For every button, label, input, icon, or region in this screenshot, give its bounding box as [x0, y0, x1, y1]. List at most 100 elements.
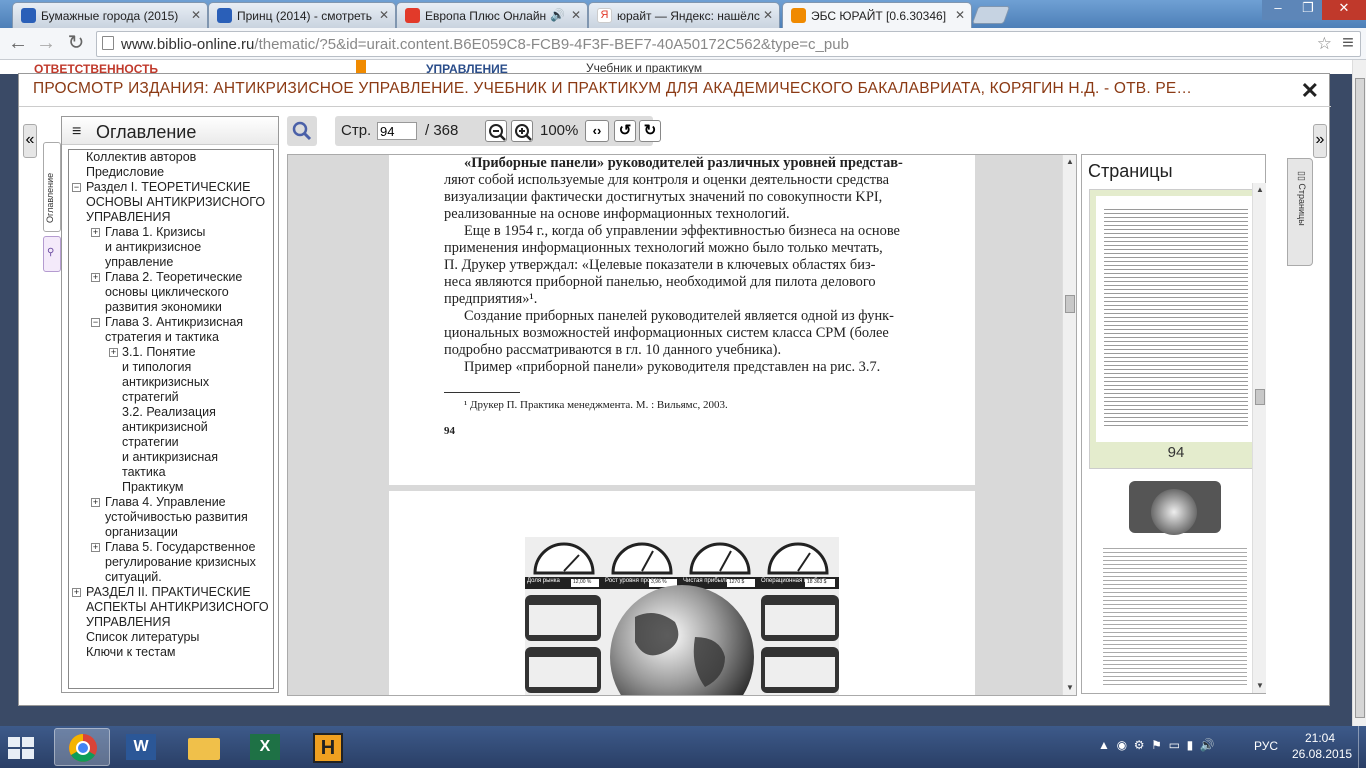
flag-icon[interactable]: ⚑ — [1151, 738, 1162, 752]
taskbar-h-app[interactable]: H — [300, 728, 356, 766]
maximize-button[interactable]: ❐ — [1294, 0, 1322, 20]
toc-item[interactable]: Глава 2. Теоретические — [105, 270, 242, 285]
toc-item-cont[interactable]: основы циклического — [105, 285, 229, 300]
collapse-icon[interactable]: − — [72, 183, 81, 192]
toc-item[interactable]: Практикум — [122, 480, 184, 495]
toc-item-cont[interactable]: организации — [105, 525, 178, 540]
page-scrollbar[interactable] — [1352, 60, 1366, 726]
toc-item-cont[interactable]: и антикризисное — [105, 240, 201, 255]
collapse-left-button[interactable]: « — [23, 124, 37, 158]
page-number-input[interactable] — [377, 122, 417, 140]
search-button[interactable] — [287, 116, 317, 146]
document-scroll-thumb[interactable] — [1065, 295, 1075, 313]
close-icon[interactable]: ✕ — [379, 8, 389, 22]
toc-item[interactable]: 3.1. Понятие — [122, 345, 196, 360]
pages-scrollbar[interactable]: ▲ ▼ — [1252, 183, 1266, 693]
expand-icon[interactable]: + — [91, 228, 100, 237]
toc-item[interactable]: РАЗДЕЛ II. ПРАКТИЧЕСКИЕ — [86, 585, 251, 600]
pages-side-tab[interactable]: ▯▯ Страницы — [1287, 158, 1313, 266]
search-side-tab[interactable]: ⚲ — [43, 236, 61, 272]
scroll-down-icon[interactable]: ▼ — [1256, 681, 1264, 690]
expand-icon[interactable]: + — [91, 273, 100, 282]
tab-bumazhnye-goroda[interactable]: Бумажные города (2015) ✕ — [12, 2, 208, 28]
tab-yandex[interactable]: Я юрайт — Яндекс: нашёлс ✕ — [588, 2, 780, 28]
document-area[interactable]: «Приборные панели» руководителей различн… — [287, 154, 1077, 696]
monitor-icon[interactable]: ▭ — [1169, 738, 1180, 752]
toc-item-cont[interactable]: ситуаций. — [105, 570, 162, 585]
toc-item-cont[interactable]: антикризисных — [122, 375, 209, 390]
collapse-icon[interactable]: − — [91, 318, 100, 327]
menu-icon[interactable]: ≡ — [1336, 32, 1360, 56]
minimize-button[interactable]: – — [1262, 0, 1294, 20]
reload-icon[interactable]: ↻ — [64, 32, 88, 56]
taskbar-excel[interactable]: X — [238, 728, 294, 766]
bookmark-star-icon[interactable]: ☆ — [1317, 34, 1332, 54]
toc-item-cont[interactable]: развития экономики — [105, 300, 222, 315]
chevron-up-icon[interactable]: ▲ — [1098, 738, 1110, 752]
toc-item-cont[interactable]: регулирование кризисных — [105, 555, 256, 570]
tab-prints[interactable]: Принц (2014) - смотреть ✕ — [208, 2, 396, 28]
close-icon[interactable]: ✕ — [955, 8, 965, 22]
toc-item[interactable]: Раздел I. ТЕОРЕТИЧЕСКИЕ — [86, 180, 251, 195]
rotate-left-button[interactable]: ↺ — [614, 120, 636, 142]
toc-item-cont[interactable]: и типология — [122, 360, 191, 375]
page-scroll-thumb[interactable] — [1355, 78, 1365, 718]
new-tab-button[interactable] — [971, 6, 1011, 24]
clock-date[interactable]: 26.08.2015 — [1292, 747, 1352, 761]
zoom-in-button[interactable] — [511, 120, 533, 142]
collapse-right-button[interactable]: » — [1313, 124, 1327, 158]
toc-item[interactable]: 3.2. Реализация — [122, 405, 216, 420]
thumb-page-94[interactable]: 94 — [1089, 189, 1261, 469]
toc-item-cont[interactable]: стратегия и тактика — [105, 330, 219, 345]
settings-tray-icon[interactable]: ⚙ — [1134, 738, 1145, 752]
toc-item-cont[interactable]: стратегий — [122, 390, 179, 405]
expand-icon[interactable]: + — [72, 588, 81, 597]
toc-item-cont[interactable]: АСПЕКТЫ АНТИКРИЗИСНОГО — [86, 600, 269, 615]
scroll-down-icon[interactable]: ▼ — [1066, 683, 1074, 692]
toc-item[interactable]: Глава 4. Управление — [105, 495, 226, 510]
close-icon[interactable]: ✕ — [763, 8, 773, 22]
tab-europa-plus[interactable]: Европа Плюс Онлайн 🔊 ✕ — [396, 2, 588, 28]
expand-icon[interactable]: + — [91, 498, 100, 507]
toc-item-cont[interactable]: стратегии — [122, 435, 179, 450]
toc-item[interactable]: Ключи к тестам — [86, 645, 176, 660]
show-desktop-button[interactable] — [1358, 726, 1366, 768]
toc-item[interactable]: Список литературы — [86, 630, 199, 645]
volume-icon[interactable]: 🔊 — [1200, 738, 1215, 752]
toc-item-cont[interactable]: управление — [105, 255, 173, 270]
close-icon[interactable]: ✕ — [191, 8, 201, 22]
toc-item[interactable]: Глава 5. Государственное — [105, 540, 255, 555]
toc-item-cont[interactable]: УПРАВЛЕНИЯ — [86, 210, 171, 225]
toc-item[interactable]: Глава 3. Антикризисная — [105, 315, 243, 330]
zoom-out-button[interactable] — [485, 120, 507, 142]
expand-icon[interactable]: + — [91, 543, 100, 552]
toc-item-cont[interactable]: тактика — [122, 465, 166, 480]
toc-item[interactable]: Коллектив авторов — [86, 150, 196, 165]
window-close-button[interactable]: ✕ — [1322, 0, 1366, 20]
taskbar-chrome[interactable] — [54, 728, 110, 766]
taskbar-word[interactable]: W — [114, 728, 170, 766]
rotate-right-button[interactable]: ↻ — [639, 120, 661, 142]
document-scrollbar[interactable]: ▲ ▼ — [1062, 155, 1076, 695]
forward-button[interactable]: → — [34, 32, 58, 56]
close-icon[interactable]: ✕ — [571, 8, 581, 22]
toc-item[interactable]: Предисловие — [86, 165, 164, 180]
expand-icon[interactable]: + — [109, 348, 118, 357]
language-indicator[interactable]: РУС — [1254, 739, 1278, 753]
thumb-page-95[interactable] — [1089, 475, 1261, 689]
app-tray-icon[interactable]: ◉ — [1117, 738, 1127, 752]
toc-item-cont[interactable]: УПРАВЛЕНИЯ — [86, 615, 171, 630]
taskbar-explorer[interactable] — [176, 728, 232, 766]
back-button[interactable]: ← — [6, 32, 30, 56]
toc-side-tab[interactable]: Оглавление — [43, 142, 61, 232]
scroll-up-icon[interactable]: ▲ — [1066, 157, 1074, 166]
tray-icons[interactable]: ▲ ◉ ⚙ ⚑ ▭ ▮ 🔊 — [1098, 738, 1215, 752]
scroll-up-icon[interactable]: ▲ — [1256, 185, 1264, 194]
toc-item[interactable]: Глава 1. Кризисы — [105, 225, 205, 240]
clock-time[interactable]: 21:04 — [1292, 731, 1348, 745]
address-bar[interactable]: www.biblio-online.ru/thematic/?5&id=urai… — [96, 31, 1361, 57]
viewer-close-button[interactable]: ✕ — [1301, 78, 1319, 104]
tab-urait[interactable]: ЭБС ЮРАЙТ [0.6.30346] ✕ — [782, 2, 972, 28]
toc-item-cont[interactable]: устойчивостью развития — [105, 510, 248, 525]
toc-item-cont[interactable]: ОСНОВЫ АНТИКРИЗИСНОГО — [86, 195, 265, 210]
